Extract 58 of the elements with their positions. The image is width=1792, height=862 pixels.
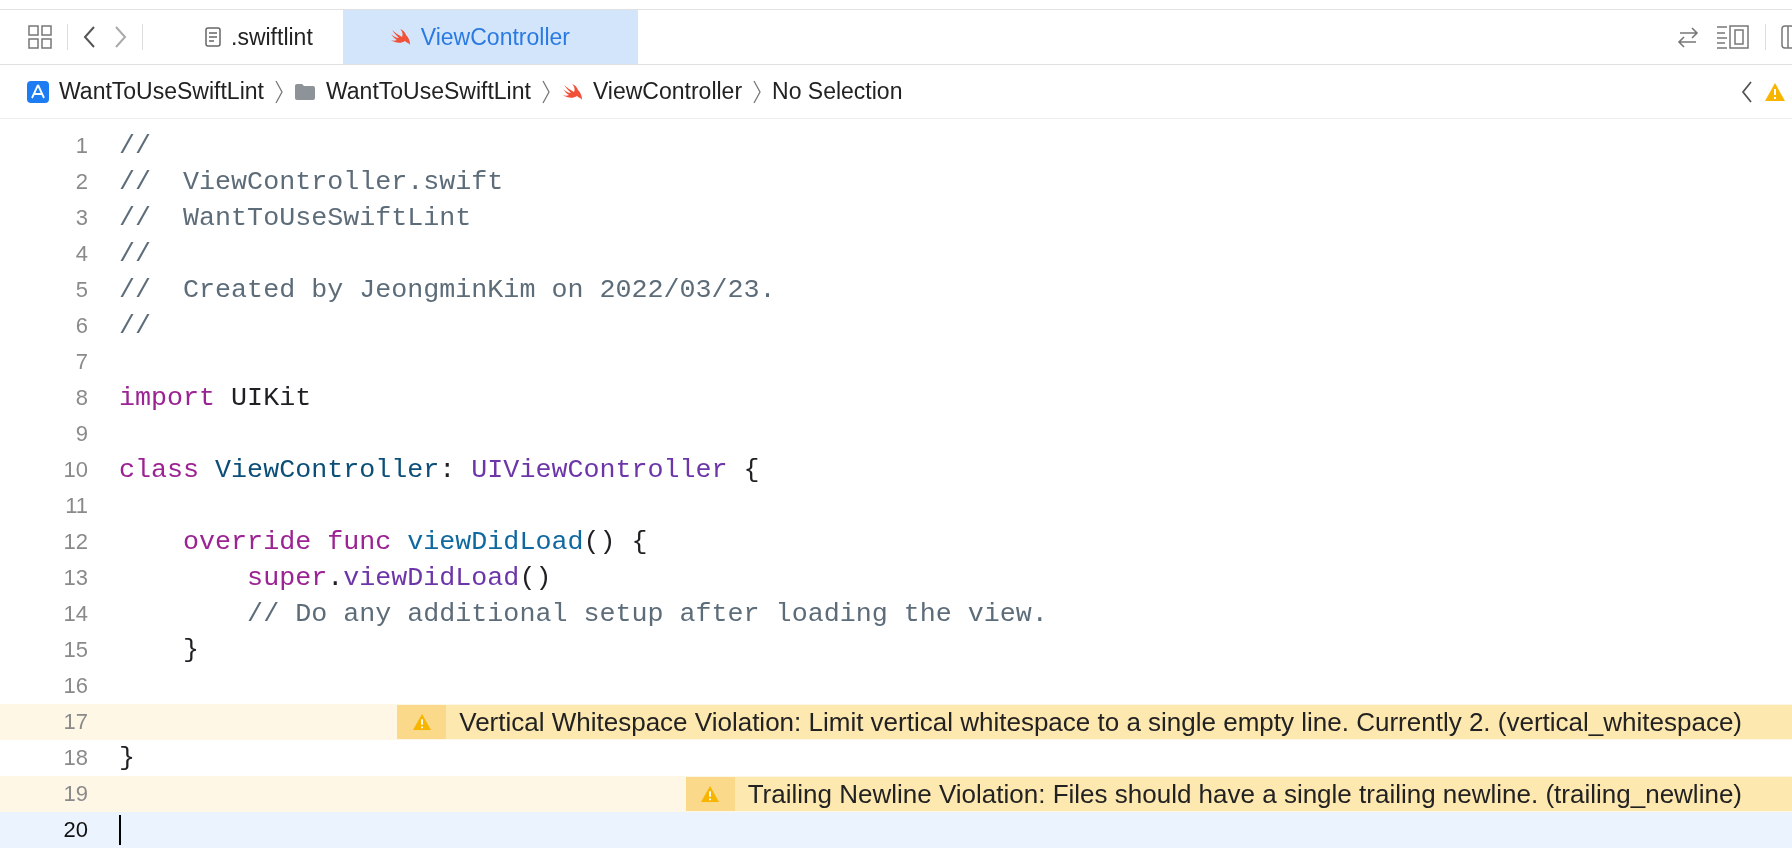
editor-layout-icon[interactable]: [1715, 24, 1751, 50]
folder-icon: [293, 82, 316, 101]
breadcrumb-item[interactable]: WantToUseSwiftLint: [59, 78, 264, 105]
code-line: }: [119, 743, 135, 773]
breadcrumb-item[interactable]: No Selection: [772, 78, 903, 105]
line-number: 20: [62, 817, 88, 843]
code-line: // WantToUseSwiftLint: [119, 203, 472, 233]
line-number: 15: [62, 637, 88, 663]
code-line: // Do any additional setup after loading the view.: [246, 599, 1048, 629]
line-number: 1: [74, 133, 88, 159]
line-number: 3: [74, 205, 88, 231]
line-number: 7: [74, 349, 88, 375]
line-number: 17: [62, 709, 88, 735]
line-number: 6: [74, 313, 88, 339]
line-number: 2: [74, 169, 88, 195]
line-number: 4: [74, 241, 88, 267]
code-line: override func viewDidLoad() {: [182, 527, 648, 557]
breadcrumb-item[interactable]: WantToUseSwiftLint: [325, 78, 531, 105]
code-line: //: [119, 239, 152, 269]
warning-icon: [700, 785, 721, 803]
document-icon: [205, 27, 221, 47]
forward-icon[interactable]: [112, 24, 128, 50]
breadcrumb-item[interactable]: ViewController: [592, 78, 743, 105]
text-cursor: [119, 815, 121, 845]
code-line: //: [119, 131, 152, 161]
code-line: import UIKit: [119, 383, 312, 413]
line-number: 19: [62, 781, 88, 807]
line-number: 10: [62, 457, 88, 483]
editor-tab[interactable]: .swiftlint: [161, 10, 343, 64]
code-line: }: [182, 635, 200, 665]
code-line: //: [119, 311, 152, 341]
line-number: 12: [62, 529, 88, 555]
bird-icon: [560, 82, 583, 101]
swap-arrows-icon[interactable]: [1675, 24, 1701, 50]
line-number: 16: [62, 673, 88, 699]
app-icon: [27, 80, 49, 103]
line-number: 11: [64, 493, 88, 519]
line-number: 18: [62, 745, 88, 771]
back-icon[interactable]: [1740, 79, 1754, 104]
chevron-icon: [273, 78, 284, 105]
line-number: 14: [62, 601, 88, 627]
warning-annotation: Trailing Newline Violation: Files should have a single trailing newline. (trailing_newline): [685, 777, 1792, 811]
line-number: 5: [74, 277, 88, 303]
code-line: class ViewController: UIViewController {: [119, 455, 760, 485]
chevron-icon: [752, 78, 763, 105]
line-number: 13: [62, 565, 88, 591]
panel-icon[interactable]: [1780, 24, 1792, 50]
code-line: super.viewDidLoad(): [246, 563, 552, 593]
back-icon[interactable]: [82, 24, 98, 50]
chevron-icon: [540, 78, 551, 105]
code-line: // Created by JeongminKim on 2022/03/23.: [119, 275, 776, 305]
code-line: // ViewController.swift: [119, 167, 504, 197]
line-number: 8: [74, 385, 88, 411]
grid-icon[interactable]: [27, 24, 53, 50]
bird-icon: [388, 28, 411, 46]
warning-icon: [411, 713, 432, 731]
warning-annotation: Vertical Whitespace Violation: Limit vertical whitespace to a single empty line. Currently 2. (vertical_whitespace): [397, 705, 1792, 739]
line-number: 9: [74, 421, 88, 447]
